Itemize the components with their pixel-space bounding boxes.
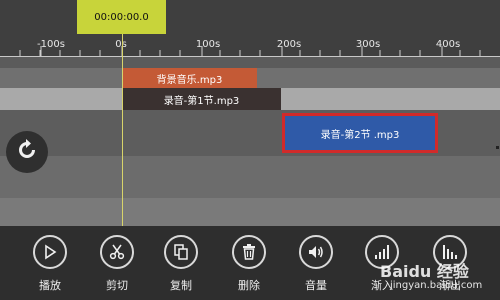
- cut-button[interactable]: 剪切: [87, 226, 147, 300]
- watermark-brand: Baidu 经验: [380, 262, 469, 281]
- volume-button[interactable]: 音量: [286, 226, 346, 300]
- track-edge-marker: [496, 146, 499, 149]
- delete-button[interactable]: 删除: [219, 226, 279, 300]
- track-lane-empty: [0, 156, 500, 198]
- watermark: Baidu 经验 jingyan.baidu.com: [380, 258, 496, 294]
- track-lane-empty: [0, 198, 500, 226]
- ruler-ticks: [19, 46, 481, 56]
- copy-button[interactable]: 复制: [151, 226, 211, 300]
- copy-icon: [164, 235, 198, 269]
- audio-clip-music[interactable]: 背景音乐.mp3: [122, 68, 257, 88]
- undo-button[interactable]: [6, 131, 48, 173]
- play-button[interactable]: 播放: [20, 226, 80, 300]
- cut-label: 剪切: [106, 279, 128, 292]
- audio-clip-recording1[interactable]: 录音-第1节.mp3: [122, 88, 281, 110]
- delete-label: 删除: [238, 279, 260, 292]
- timeline-ruler: 00:00:00.0 -100s 0s 100s 200s 300s 400s: [0, 0, 500, 56]
- volume-icon: [299, 235, 333, 269]
- undo-icon: [14, 137, 40, 167]
- watermark-site: jingyan.baidu.com: [390, 280, 483, 291]
- scissors-icon: [100, 235, 134, 269]
- playhead[interactable]: [122, 34, 123, 227]
- volume-label: 音量: [305, 279, 327, 292]
- track-lane: [0, 57, 500, 68]
- play-label: 播放: [39, 279, 61, 292]
- copy-label: 复制: [170, 279, 192, 292]
- trash-icon: [232, 235, 266, 269]
- audio-clip-recording2-selected[interactable]: 录音-第2节 .mp3: [282, 113, 438, 153]
- play-icon: [33, 235, 67, 269]
